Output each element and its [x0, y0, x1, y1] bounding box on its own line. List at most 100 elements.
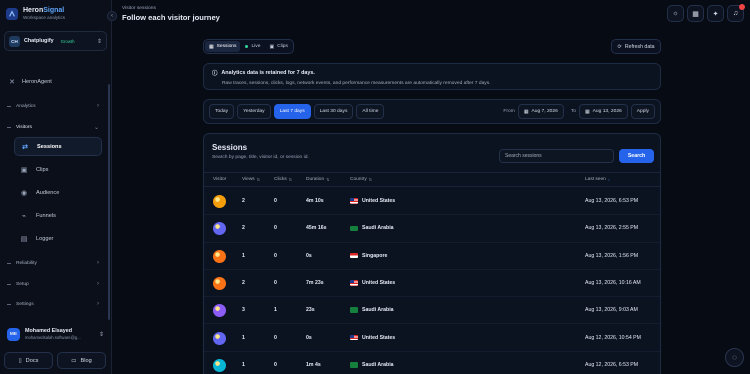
country-cell: Saudi Arabia	[350, 307, 394, 313]
duration-cell: 23s	[306, 307, 315, 314]
workspace-switcher[interactable]: CH Chatplugify Growth ⇕	[4, 31, 107, 51]
to-label: To	[570, 109, 577, 114]
sidebar-item-audience[interactable]: ◉ Audience	[14, 183, 102, 202]
workspace-plan-badge: Growth	[60, 38, 75, 44]
table-header: Visitor Views ⇅ Clicks ⇅ Duration ⇅ Country…	[204, 172, 660, 187]
table-row[interactable]: 1 0 0s Singapore Aug 13, 2026, 1:56 PM	[204, 243, 660, 270]
visitor-avatar	[213, 358, 226, 372]
sidebar-item-logger[interactable]: ▤ Logger	[14, 229, 102, 248]
blog-icon: ▭	[71, 357, 77, 364]
range-yesterday-button[interactable]: Yesterday	[237, 104, 271, 119]
country-cell: United States	[350, 335, 395, 341]
flag-icon	[350, 362, 358, 368]
country-cell: Saudi Arabia	[350, 362, 394, 368]
workspace-name: Chatplugify	[24, 38, 54, 44]
country-cell: United States	[350, 198, 395, 204]
app: HeronSignal Workspace analytics ‹ CH Cha…	[0, 0, 750, 374]
chat-button[interactable]: ◌	[725, 348, 744, 367]
bell-icon: ♫	[732, 10, 739, 17]
tab-clips[interactable]: ▣ Clips	[265, 41, 292, 52]
film-icon: ▣	[269, 44, 275, 50]
nav-section-analytics[interactable]: Analytics ›	[7, 103, 99, 109]
country-cell: United States	[350, 280, 395, 286]
calendar-icon: ▦	[585, 109, 590, 115]
last-seen-cell: Aug 13, 2026, 10:16 AM	[585, 279, 641, 286]
table-row[interactable]: 2 0 4m 10s United States Aug 13, 2026, 6:53 …	[204, 188, 660, 216]
top-toolbar: ☼ ▦ ✦ ♫	[667, 4, 745, 22]
views-cell: 1	[242, 334, 245, 341]
col-duration[interactable]: Duration ⇅	[306, 177, 330, 182]
table-row[interactable]: 1 0 1m 4s Saudi Arabia Aug 12, 2026, 6:53 PM	[204, 352, 660, 374]
sidebar-item-clips[interactable]: ▣ Clips	[14, 160, 102, 179]
views-cell: 2	[242, 279, 245, 286]
range-last-7-days-button[interactable]: Last 7 days	[273, 104, 311, 119]
funnel-icon: ⌁	[21, 212, 27, 220]
audience-icon: ◉	[20, 189, 28, 197]
tab-sessions[interactable]: ▦ Sessions	[205, 41, 241, 52]
visitor-avatar	[213, 195, 226, 208]
table-row[interactable]: 3 1 23s Saudi Arabia Aug 13, 2026, 9:03 AM	[204, 297, 660, 325]
table-row[interactable]: 2 0 45m 16s Saudi Arabia Aug 13, 2026, 2:55 …	[204, 215, 660, 243]
sidebar-item-funnels[interactable]: ⌁ Funnels	[14, 206, 102, 225]
visitor-avatar	[213, 249, 226, 263]
last-seen-cell: Aug 13, 2026, 1:56 PM	[585, 252, 639, 259]
clicks-cell: 0	[274, 198, 277, 204]
chevron-right-icon: ›	[97, 103, 99, 109]
sparkle-button[interactable]: ✦	[707, 5, 724, 22]
clicks-cell: 1	[274, 307, 277, 314]
theme-toggle-button[interactable]: ☼	[667, 5, 684, 22]
to-date-picker[interactable]: ▦ Aug 13, 2026	[579, 104, 628, 119]
sessions-title: Sessions	[212, 143, 248, 152]
nav-section-settings[interactable]: Settings ›	[7, 301, 99, 307]
last-seen-cell: Aug 13, 2026, 6:53 PM	[585, 198, 639, 204]
breadcrumb: Visitor sessions	[122, 6, 156, 11]
chevron-down-icon: ⌄	[93, 125, 99, 131]
col-last-seen[interactable]: Last seen ↓	[585, 177, 610, 182]
sun-icon: ☼	[672, 10, 679, 17]
docs-button[interactable]: ▯ Docs	[4, 352, 53, 369]
country-cell: Saudi Arabia	[350, 225, 394, 231]
visitor-avatar	[213, 222, 226, 236]
notifications-button[interactable]: ♫	[727, 4, 745, 22]
table-row[interactable]: 1 0 0s United States Aug 12, 2026, 10:54 PM	[204, 325, 660, 352]
sort-icon: ⇅	[288, 177, 293, 182]
sidebar-item-heronagent[interactable]: ✕ HeronAgent	[8, 78, 52, 86]
chevron-updown-icon: ⇕	[96, 38, 102, 45]
flag-icon	[350, 280, 358, 286]
collapse-sidebar-button[interactable]: ‹	[107, 11, 117, 21]
last-seen-cell: Aug 13, 2026, 2:55 PM	[585, 225, 639, 232]
col-views[interactable]: Views ⇅	[242, 177, 260, 182]
from-date-picker[interactable]: ▦ Aug 7, 2026	[517, 104, 564, 119]
country-cell: Singapore	[350, 253, 387, 259]
nav-section-reliability[interactable]: Reliability ›	[7, 260, 99, 266]
flag-icon	[350, 225, 358, 232]
blog-button[interactable]: ▭ Blog	[57, 352, 106, 369]
sessions-panel: Sessions Search by page, title, visitor …	[203, 133, 661, 374]
calendar-button[interactable]: ▦	[687, 5, 704, 22]
sidebar-item-sessions[interactable]: ⇄ Sessions	[14, 137, 102, 156]
range-last-30-days-button[interactable]: Last 30 days	[313, 104, 354, 119]
sidebar-scrollbar[interactable]	[108, 84, 110, 320]
range-today-button[interactable]: Today	[209, 104, 235, 119]
brand[interactable]: HeronSignal Workspace analytics	[6, 7, 65, 21]
nav-section-visitors[interactable]: Visitors ⌄	[7, 124, 99, 131]
info-icon: ⓘ	[212, 71, 218, 77]
apply-button[interactable]: Apply	[630, 104, 655, 119]
tab-live[interactable]: Live	[241, 41, 264, 52]
chat-icon: ◌	[732, 353, 737, 362]
refresh-button[interactable]: ⟳ Refresh data	[611, 39, 661, 54]
range-all-time-button[interactable]: All time	[356, 104, 385, 119]
table-row[interactable]: 2 0 7m 23s United States Aug 13, 2026, 10:16…	[204, 270, 660, 298]
last-seen-cell: Aug 12, 2026, 10:54 PM	[585, 334, 641, 341]
duration-cell: 1m 4s	[306, 361, 321, 368]
calendar-icon: ▦	[523, 109, 529, 115]
search-button[interactable]: Search	[619, 149, 654, 163]
col-clicks[interactable]: Clicks ⇅	[274, 177, 292, 182]
nav-section-setup[interactable]: Setup ›	[7, 281, 99, 287]
search-input[interactable]	[499, 149, 614, 163]
refresh-icon: ⟳	[617, 43, 622, 50]
clicks-cell: 0	[274, 225, 277, 232]
user-menu[interactable]: ME Mohamed Elsayed mohamedsalah.software…	[4, 323, 107, 345]
sidebar: HeronSignal Workspace analytics ‹ CH Cha…	[0, 0, 117, 374]
col-country[interactable]: Country ⇅	[350, 177, 372, 182]
